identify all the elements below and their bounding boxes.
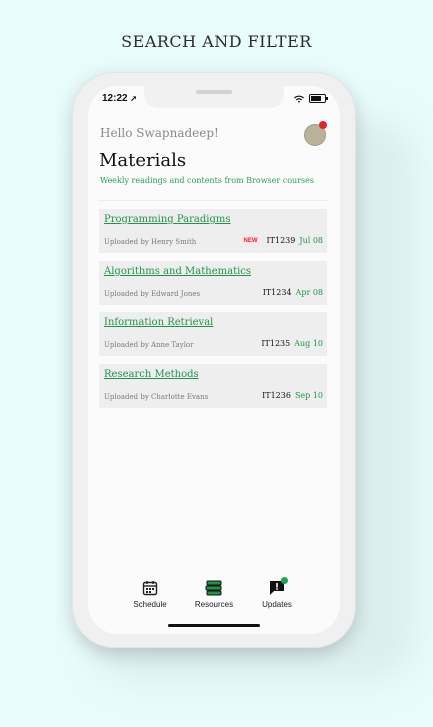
material-title[interactable]: Research Methods bbox=[104, 369, 199, 380]
section-title: Materials bbox=[99, 150, 187, 171]
course-code: IT1235 bbox=[261, 339, 291, 348]
phone-screen: 12:22 ➚ Hello Swapnadeep! Materials Week… bbox=[88, 86, 340, 634]
new-badge: NEW bbox=[240, 236, 261, 245]
course-code: IT1234 bbox=[262, 288, 292, 297]
section-subtitle: Weekly readings and contents from Browse… bbox=[100, 176, 314, 185]
course-code: IT1239 bbox=[266, 236, 296, 245]
notification-dot bbox=[319, 121, 327, 129]
material-title[interactable]: Information Retrieval bbox=[104, 317, 213, 328]
speaker bbox=[196, 90, 232, 94]
books-icon bbox=[205, 580, 222, 596]
greeting: Hello Swapnadeep! bbox=[100, 126, 219, 140]
material-card[interactable]: Research Methods Uploaded by Charlotte E… bbox=[99, 364, 327, 408]
tab-updates[interactable]: Updates bbox=[247, 577, 307, 609]
material-uploader: Uploaded by Anne Taylor bbox=[104, 341, 194, 349]
material-date: Jul 08 bbox=[299, 236, 323, 245]
location-arrow-icon: ➚ bbox=[130, 94, 138, 103]
status-icons bbox=[294, 94, 328, 103]
material-date: Apr 08 bbox=[295, 288, 323, 297]
material-uploader: Uploaded by Henry Smith bbox=[104, 238, 197, 246]
material-title[interactable]: Algorithms and Mathematics bbox=[104, 266, 251, 277]
material-uploader: Uploaded by Charlotte Evans bbox=[104, 393, 209, 401]
material-date: Sep 10 bbox=[294, 391, 323, 400]
material-card[interactable]: Algorithms and Mathematics Uploaded by E… bbox=[99, 261, 327, 305]
tab-schedule[interactable]: Schedule bbox=[120, 580, 180, 609]
updates-notification-dot bbox=[281, 577, 288, 584]
material-date: Aug 10 bbox=[294, 339, 323, 348]
battery-icon bbox=[309, 94, 328, 103]
tab-label: Updates bbox=[262, 600, 292, 609]
home-indicator bbox=[168, 624, 260, 627]
tab-label: Schedule bbox=[133, 600, 167, 609]
bottom-tab-bar: Schedule Resources Updates bbox=[88, 577, 340, 620]
material-uploader: Uploaded by Edward Jones bbox=[104, 290, 201, 298]
calendar-icon bbox=[142, 581, 158, 596]
tab-label: Resources bbox=[194, 600, 234, 609]
material-title[interactable]: Programming Paradigms bbox=[104, 214, 230, 225]
divider bbox=[98, 200, 328, 201]
status-time: 12:22 ➚ bbox=[102, 93, 138, 104]
tab-resources[interactable]: Resources bbox=[184, 580, 244, 609]
page-title: SEARCH AND FILTER bbox=[121, 32, 312, 51]
material-card[interactable]: Programming Paradigms Uploaded by Henry … bbox=[99, 209, 327, 253]
course-code: IT1236 bbox=[262, 391, 291, 400]
material-card[interactable]: Information Retrieval Uploaded by Anne T… bbox=[99, 312, 327, 356]
wifi-icon bbox=[294, 95, 304, 103]
